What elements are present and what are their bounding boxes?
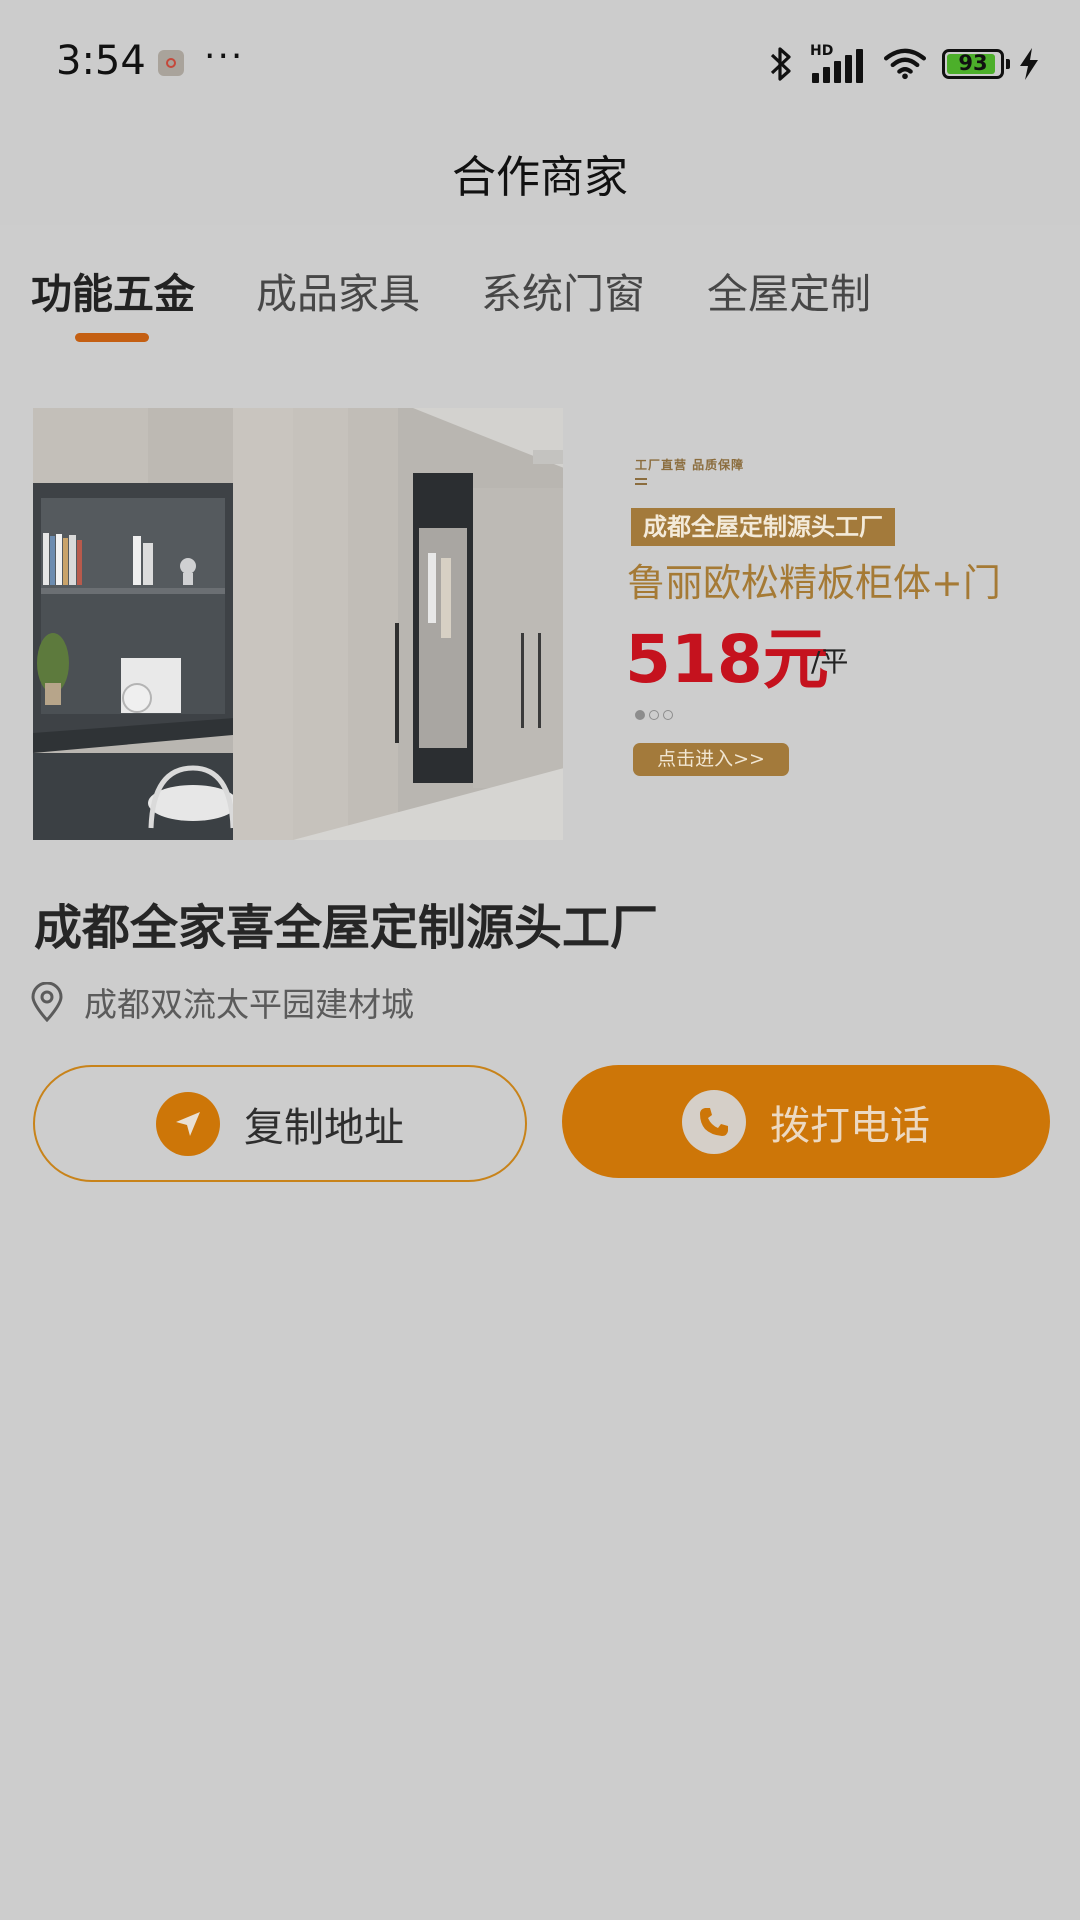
banner-product: 鲁丽欧松精板柜体+门 [627,561,1001,605]
banner-enter-button[interactable]: 点击进入>> [633,743,789,776]
wifi-icon [883,48,927,80]
status-bar: 3:54 ··· HD 93 [0,0,1080,120]
hd-label: HD [810,43,834,59]
banner-price: 518元 [625,621,829,698]
tab-whole-house-custom[interactable]: 全屋定制 [707,260,871,320]
pagination-dot-active [635,710,645,720]
merchant-address-row: 成都双流太平园建材城 [30,978,414,1026]
battery-icon: 93 [942,49,1010,79]
tab-hardware[interactable]: 功能五金 [31,260,195,320]
record-icon [158,50,184,76]
merchant-page: 3:54 ··· HD 93 合作商家 功能五金 成品家具 系统门窗 全屋定制 … [0,0,1080,1920]
nav-header: 合作商家 [0,120,1080,225]
merchant-banner[interactable]: 工厂直营 品质保障 成都全屋定制源头工厂 鲁丽欧松精板柜体+门 518元 /平 … [33,408,1049,840]
active-tab-indicator [75,333,149,342]
banner-photo [33,408,564,840]
tab-furniture[interactable]: 成品家具 [256,260,420,320]
merchant-name: 成都全家喜全屋定制源头工厂 [34,900,659,956]
navigation-arrow-icon [156,1091,220,1156]
status-time: 3:54 [56,38,146,84]
bluetooth-icon [770,47,791,81]
battery-percent: 93 [958,51,988,75]
category-tabs: 功能五金 成品家具 系统门窗 全屋定制 [0,225,1080,350]
more-notifications-icon: ··· [204,36,245,77]
banner-pagination [635,710,673,720]
copy-address-label: 复制地址 [244,1104,404,1151]
banner-slogan: 工厂直营 品质保障 [635,458,745,472]
copy-address-button[interactable]: 复制地址 [33,1065,527,1182]
banner-ad-panel: 工厂直营 品质保障 成都全屋定制源头工厂 鲁丽欧松精板柜体+门 518元 /平 … [563,408,1049,840]
pagination-dot [663,710,673,720]
merchant-address: 成都双流太平园建材城 [84,985,414,1024]
signal-icon: HD [810,43,868,83]
banner-tag: 成都全屋定制源头工厂 [631,508,895,546]
banner-price-unit: /平 [811,645,849,678]
call-button[interactable]: 拨打电话 [562,1065,1050,1178]
charging-icon [1020,48,1038,80]
location-pin-icon [31,982,63,1022]
tab-doors-windows[interactable]: 系统门窗 [481,260,645,320]
phone-icon [682,1089,746,1154]
status-icons: HD 93 [766,43,1040,84]
pagination-dot [649,710,659,720]
page-title: 合作商家 [452,151,628,203]
call-label: 拨打电话 [770,1102,930,1149]
banner-divider [635,478,647,480]
